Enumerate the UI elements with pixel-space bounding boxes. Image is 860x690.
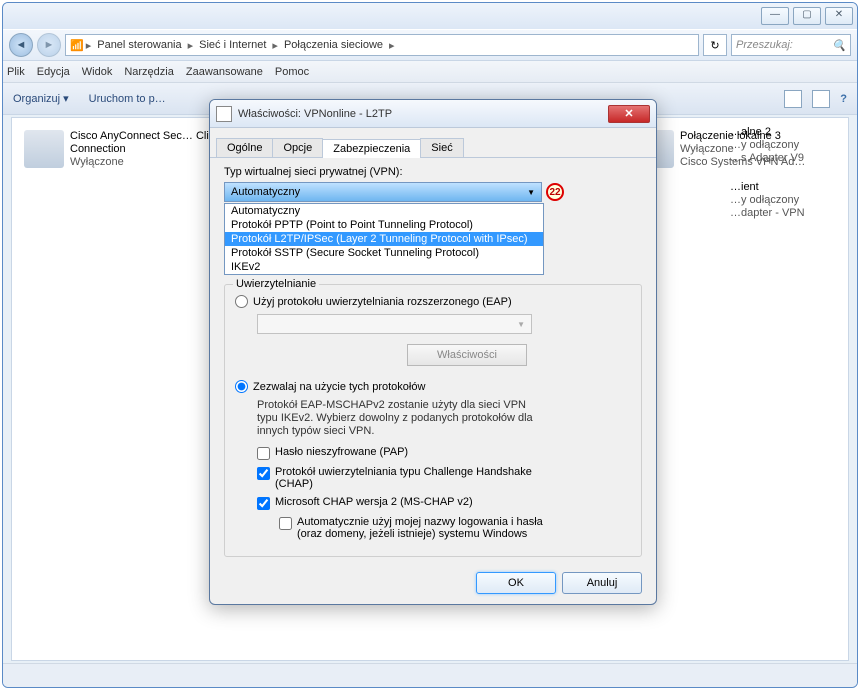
tab-options[interactable]: Opcje [272,138,323,157]
ok-button[interactable]: OK [476,572,556,594]
dialog-titlebar: Właściwości: VPNonline - L2TP ✕ [210,100,656,128]
network-icon [24,130,64,168]
check-chap[interactable]: Protokół uwierzytelniania typu Challenge… [257,466,631,490]
menu-edit[interactable]: Edycja [37,66,70,78]
vpn-type-value: Automatyczny [231,186,300,198]
menu-advanced[interactable]: Zaawansowane [186,66,263,78]
check-chap-input[interactable] [257,467,270,480]
forward-button[interactable]: ► [37,33,61,57]
auth-group: Uwierzytelnianie Użyj protokołu uwierzyt… [224,284,642,557]
tab-security[interactable]: Zabezpieczenia [322,139,421,158]
statusbar [3,663,857,687]
radio-eap-input[interactable] [235,295,248,308]
check-mschap-input[interactable] [257,497,270,510]
properties-button: Właściwości [407,344,527,366]
minimize-button[interactable]: — [761,7,789,25]
preview-icon[interactable] [812,90,830,108]
chevron-icon: ▸ [272,39,278,52]
check-pap-input[interactable] [257,447,270,460]
connection-item-partial: …alne 2 …y odłączony …s Adapter V9 [730,126,840,165]
radio-eap[interactable]: Użyj protokołu uwierzytelniania rozszerz… [235,295,631,308]
connection-item[interactable]: Cisco AnyConnect Sec… Client Connection … [20,126,230,173]
menu-help[interactable]: Pomoc [275,66,309,78]
dropdown-option[interactable]: Protokół PPTP (Point to Point Tunneling … [225,218,543,232]
check-pap[interactable]: Hasło nieszyfrowane (PAP) [257,446,631,460]
allow-description: Protokół EAP-MSCHAPv2 zostanie użyty dla… [257,399,547,438]
search-icon: 🔍 [832,39,846,52]
start-connection-button[interactable]: Uruchom to p… [89,93,166,105]
dropdown-option-highlighted[interactable]: Protokół L2TP/IPSec (Layer 2 Tunneling P… [225,232,543,246]
titlebar: — ▢ ✕ [3,3,857,29]
radio-allow[interactable]: Zezwalaj na użycie tych protokołów [235,380,631,393]
help-icon[interactable]: ? [840,93,847,105]
dropdown-option[interactable]: Protokół SSTP (Secure Socket Tunneling P… [225,246,543,260]
dialog-icon [216,106,232,122]
check-pap-label: Hasło nieszyfrowane (PAP) [275,446,408,458]
connection-status: Wyłączone [70,156,226,169]
maximize-button[interactable]: ▢ [793,7,821,25]
explorer-window: — ▢ ✕ ◄ ► 📶 ▸ Panel sterowania ▸ Sieć i … [2,2,858,688]
breadcrumb[interactable]: Sieć i Internet [195,39,270,51]
menu-tools[interactable]: Narzędzia [124,66,174,78]
menu-view[interactable]: Widok [82,66,113,78]
close-button[interactable]: ✕ [825,7,853,25]
vpn-type-dropdown: Automatyczny Protokół PPTP (Point to Poi… [224,203,544,275]
callout-22: 22 [546,183,564,201]
search-placeholder: Przeszukaj: [736,39,793,51]
radio-eap-label: Użyj protokołu uwierzytelniania rozszerz… [253,296,512,308]
menu-file[interactable]: Plik [7,66,25,78]
dropdown-option[interactable]: IKEv2 [225,260,543,274]
check-autologin-input[interactable] [279,517,292,530]
vpn-type-combo[interactable]: Automatyczny ▼ Automatyczny Protokół PPT… [224,182,542,202]
connection-item-partial: …ient …y odłączony …dapter - VPN [730,181,840,220]
navbar: ◄ ► 📶 ▸ Panel sterowania ▸ Sieć i Intern… [3,29,857,61]
dialog-title: Właściwości: VPNonline - L2TP [238,108,392,120]
view-icon[interactable] [784,90,802,108]
radio-allow-label: Zezwalaj na użycie tych protokołów [253,381,425,393]
chevron-icon: ▸ [86,39,92,52]
dialog-close-button[interactable]: ✕ [608,105,650,123]
check-autologin-label: Automatycznie użyj mojej nazwy logowania… [297,516,557,540]
check-mschap[interactable]: Microsoft CHAP wersja 2 (MS-CHAP v2) [257,496,631,510]
address-bar[interactable]: 📶 ▸ Panel sterowania ▸ Sieć i Internet ▸… [65,34,699,56]
refresh-button[interactable]: ↻ [703,34,727,56]
chevron-icon: ▸ [389,39,395,52]
chevron-down-icon: ▼ [527,188,535,197]
eap-combo: ▼ [257,314,532,334]
breadcrumb[interactable]: Połączenia sieciowe [280,39,387,51]
tab-row: Ogólne Opcje Zabezpieczenia Sieć [210,134,656,158]
check-autologin[interactable]: Automatycznie użyj mojej nazwy logowania… [279,516,631,540]
tab-pane: Typ wirtualnej sieci prywatnej (VPN): Au… [210,158,656,565]
breadcrumb[interactable]: Panel sterowania [93,39,185,51]
properties-dialog: Właściwości: VPNonline - L2TP ✕ Ogólne O… [209,99,657,605]
organize-button[interactable]: Organizuj ▾ [13,92,69,105]
back-button[interactable]: ◄ [9,33,33,57]
cancel-button[interactable]: Anuluj [562,572,642,594]
check-chap-label: Protokół uwierzytelniania typu Challenge… [275,466,535,490]
radio-allow-input[interactable] [235,380,248,393]
check-mschap-label: Microsoft CHAP wersja 2 (MS-CHAP v2) [275,496,473,508]
chevron-icon: ▸ [188,39,194,52]
folder-icon: 📶 [70,39,84,52]
tab-general[interactable]: Ogólne [216,138,273,157]
dropdown-option[interactable]: Automatyczny [225,204,543,218]
menubar: Plik Edycja Widok Narzędzia Zaawansowane… [3,61,857,83]
vpn-type-label: Typ wirtualnej sieci prywatnej (VPN): [224,166,642,178]
search-input[interactable]: Przeszukaj: 🔍 [731,34,851,56]
auth-group-label: Uwierzytelnianie [233,278,319,290]
connection-name: Cisco AnyConnect Sec… Client Connection [70,130,226,156]
tab-network[interactable]: Sieć [420,138,463,157]
